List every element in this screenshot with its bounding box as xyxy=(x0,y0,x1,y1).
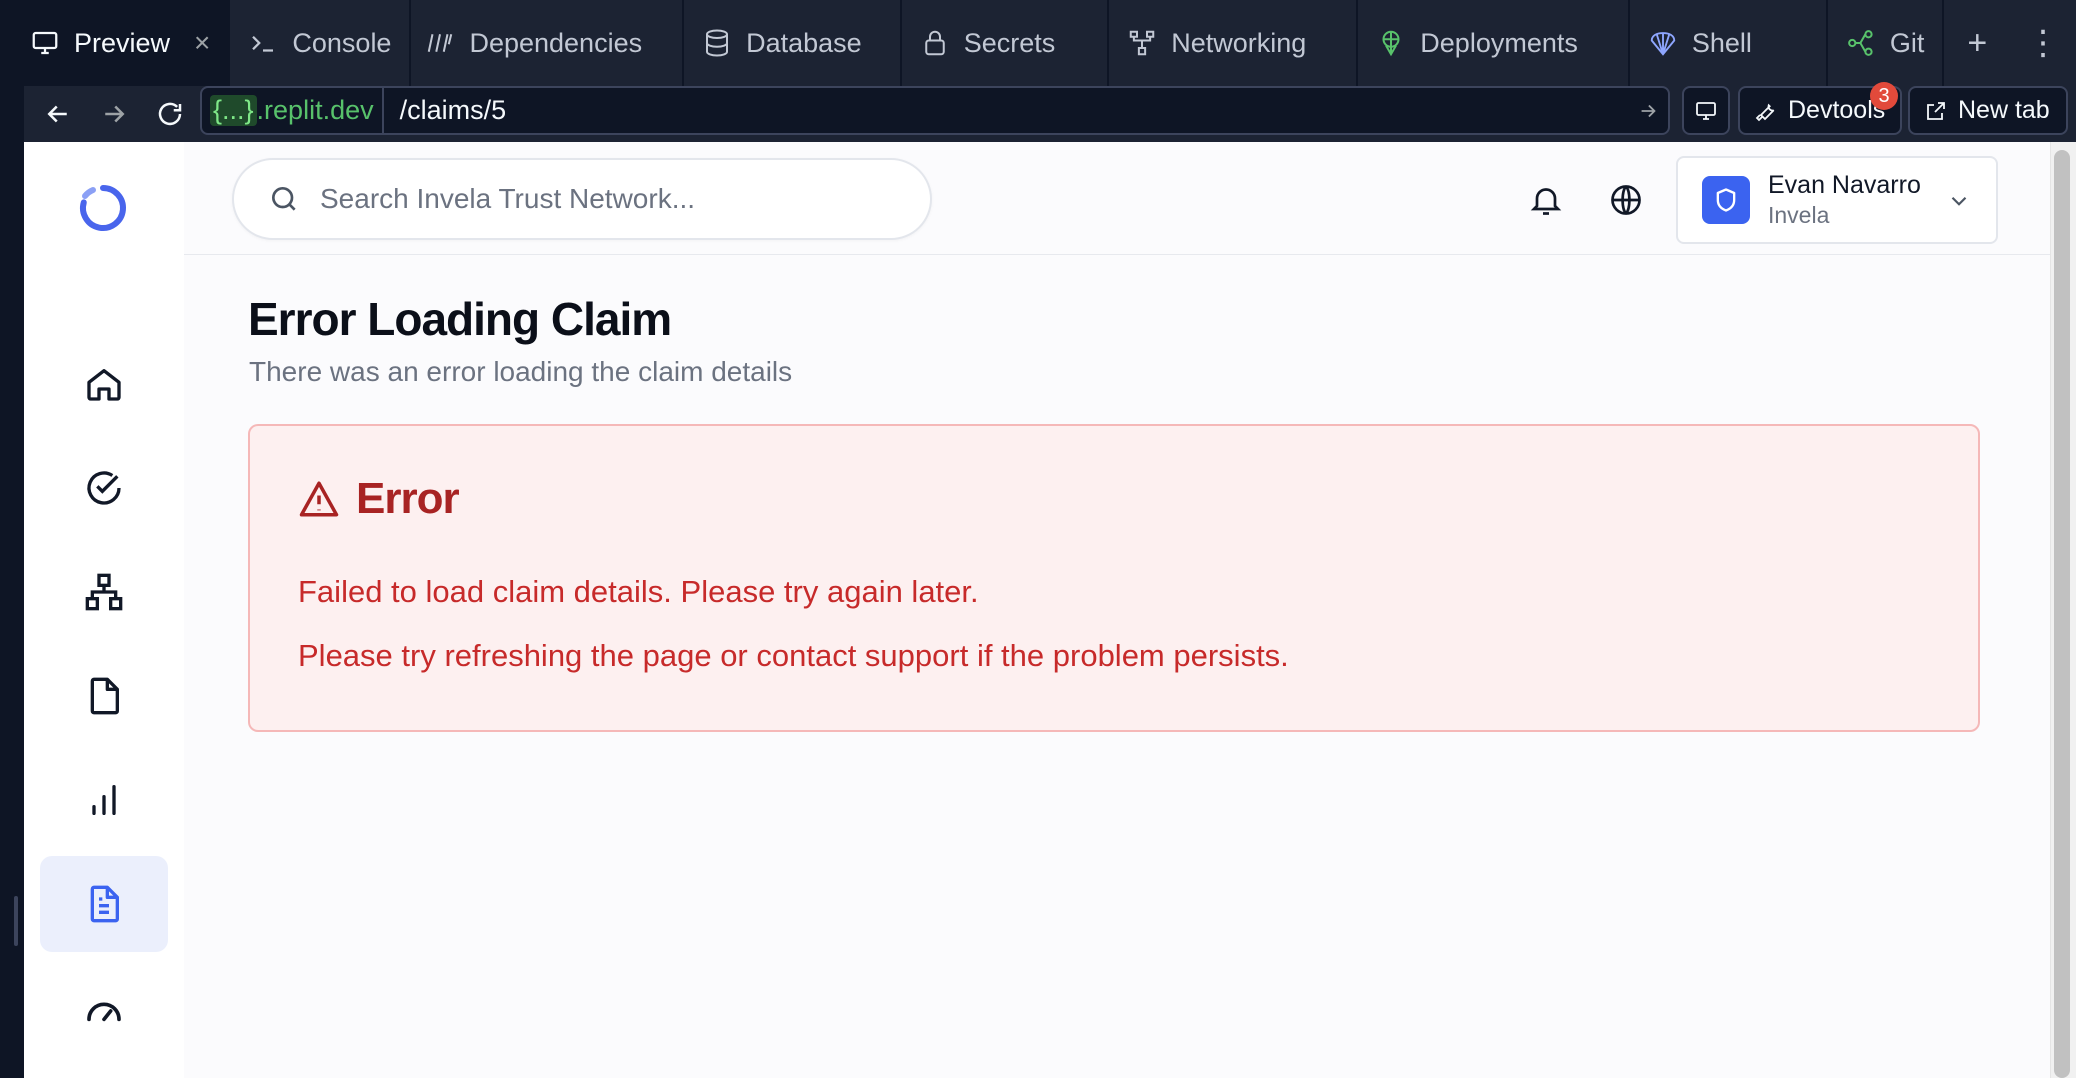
notification-badge: 3 xyxy=(1870,82,1898,110)
tab-label: Deployments xyxy=(1420,27,1578,58)
tab-git[interactable]: Git xyxy=(1828,0,1945,86)
invela-logo[interactable] xyxy=(77,182,129,234)
shell-icon xyxy=(1650,32,1676,56)
sidebar-item-home[interactable] xyxy=(40,336,168,432)
tab-secrets[interactable]: Secrets xyxy=(902,0,1110,86)
add-tab-button[interactable]: + xyxy=(1944,0,2010,86)
monitor-icon xyxy=(1696,101,1716,120)
monitor-icon xyxy=(32,31,58,55)
terminal-icon xyxy=(252,35,274,52)
networking-icon xyxy=(1129,30,1155,56)
url-path[interactable]: /claims/5 xyxy=(384,95,1628,126)
tab-database[interactable]: Database xyxy=(684,0,902,86)
sidebar-item-risk-score[interactable] xyxy=(40,960,168,1040)
arrow-right-icon xyxy=(1641,104,1656,117)
sidebar-item-insights[interactable] xyxy=(40,752,168,848)
url-host-braces: {...} xyxy=(210,95,257,126)
arrow-right-icon xyxy=(105,105,125,123)
tab-label: Database xyxy=(746,27,862,58)
resize-handle[interactable] xyxy=(14,896,18,946)
home-icon xyxy=(87,369,121,401)
replit-workspace: Preview × Console Dependencies Database … xyxy=(0,0,2076,1078)
git-icon xyxy=(1848,30,1873,56)
url-host: {...} .replit.dev xyxy=(202,88,384,133)
network-icon xyxy=(85,573,123,611)
dependencies-icon xyxy=(428,34,453,52)
sidebar-item-network[interactable] xyxy=(40,544,168,640)
risk-score-icon xyxy=(87,1002,121,1022)
user-menu[interactable]: Evan Navarro Invela xyxy=(1676,156,1998,244)
user-name: Evan Navarro xyxy=(1768,171,1921,199)
tab-dependencies[interactable]: Dependencies xyxy=(411,0,685,86)
error-title: Error xyxy=(356,474,460,523)
scrollbar-thumb[interactable] xyxy=(2054,150,2070,1078)
tab-networking[interactable]: Networking xyxy=(1109,0,1359,86)
sidebar-item-claims[interactable] xyxy=(40,856,168,952)
error-message: Failed to load claim details. Please try… xyxy=(298,574,979,609)
search-bar[interactable] xyxy=(232,158,932,240)
forward-button[interactable] xyxy=(94,94,134,134)
tab-deployments[interactable]: Deployments xyxy=(1358,0,1630,86)
device-preview-button[interactable] xyxy=(1682,86,1730,135)
notifications-button[interactable] xyxy=(1526,180,1566,220)
new-tab-label: New tab xyxy=(1958,96,2050,124)
sidebar-item-tasks[interactable] xyxy=(40,440,168,536)
wrench-icon xyxy=(1755,103,1775,121)
bell-icon xyxy=(1530,188,1562,215)
search-icon xyxy=(272,187,296,211)
tab-preview[interactable]: Preview × xyxy=(24,0,231,86)
warning-icon xyxy=(299,481,339,517)
file-icon xyxy=(90,677,120,715)
reload-icon xyxy=(158,102,182,126)
header-divider xyxy=(184,254,2074,255)
tab-label: Dependencies xyxy=(469,27,643,58)
page-subtitle: There was an error loading the claim det… xyxy=(249,356,793,387)
user-info: Evan Navarro Invela xyxy=(1768,171,1921,229)
avatar xyxy=(1702,176,1750,224)
error-alert: Error Failed to load claim details. Plea… xyxy=(248,424,1980,732)
error-header: Error xyxy=(298,474,460,524)
left-gutter xyxy=(0,0,24,1078)
devtools-button[interactable]: Devtools 3 xyxy=(1738,82,1902,135)
globe-icon xyxy=(1611,185,1641,215)
page-title: Error Loading Claim xyxy=(248,293,672,345)
language-button[interactable] xyxy=(1606,180,1646,220)
database-icon xyxy=(706,29,729,57)
new-tab-button[interactable]: New tab xyxy=(1908,86,2068,135)
tab-label: Shell xyxy=(1691,27,1752,58)
insights-icon xyxy=(92,785,116,815)
close-tab-icon[interactable]: × xyxy=(194,27,210,59)
tab-label: Secrets xyxy=(963,27,1056,58)
lock-icon xyxy=(924,30,945,56)
url-bar[interactable]: {...} .replit.dev /claims/5 xyxy=(200,86,1670,135)
tab-label: Console xyxy=(292,27,392,58)
arrow-left-icon xyxy=(47,105,67,123)
sidebar xyxy=(24,142,184,1078)
tab-label: Git xyxy=(1889,27,1925,58)
more-options-button[interactable]: ⋮ xyxy=(2010,0,2076,86)
chevron-down-icon xyxy=(1951,196,1967,206)
user-org: Invela xyxy=(1768,202,1830,228)
deployments-icon xyxy=(1382,30,1400,57)
claims-icon xyxy=(90,885,120,923)
url-host-domain: .replit.dev xyxy=(256,95,374,125)
tab-label: Preview xyxy=(74,27,171,58)
tab-shell[interactable]: Shell xyxy=(1630,0,1828,86)
shield-icon xyxy=(1716,188,1736,212)
search-input[interactable] xyxy=(320,183,900,215)
sidebar-item-file-vault[interactable] xyxy=(40,648,168,744)
error-hint: Please try refreshing the page or contac… xyxy=(298,638,1289,673)
workspace-tab-bar: Preview × Console Dependencies Database … xyxy=(24,0,2076,86)
tab-console[interactable]: Console xyxy=(230,0,412,86)
tab-label: Networking xyxy=(1171,27,1307,58)
app-viewport: Evan Navarro Invela Error Loading Claim … xyxy=(24,142,2074,1078)
tasks-icon xyxy=(87,471,121,505)
address-bar-row: {...} .replit.dev /claims/5 Devtools 3 N… xyxy=(24,82,2076,142)
back-button[interactable] xyxy=(38,94,78,134)
go-button[interactable] xyxy=(1628,100,1668,122)
external-link-icon xyxy=(1927,101,1945,120)
reload-button[interactable] xyxy=(150,94,190,134)
